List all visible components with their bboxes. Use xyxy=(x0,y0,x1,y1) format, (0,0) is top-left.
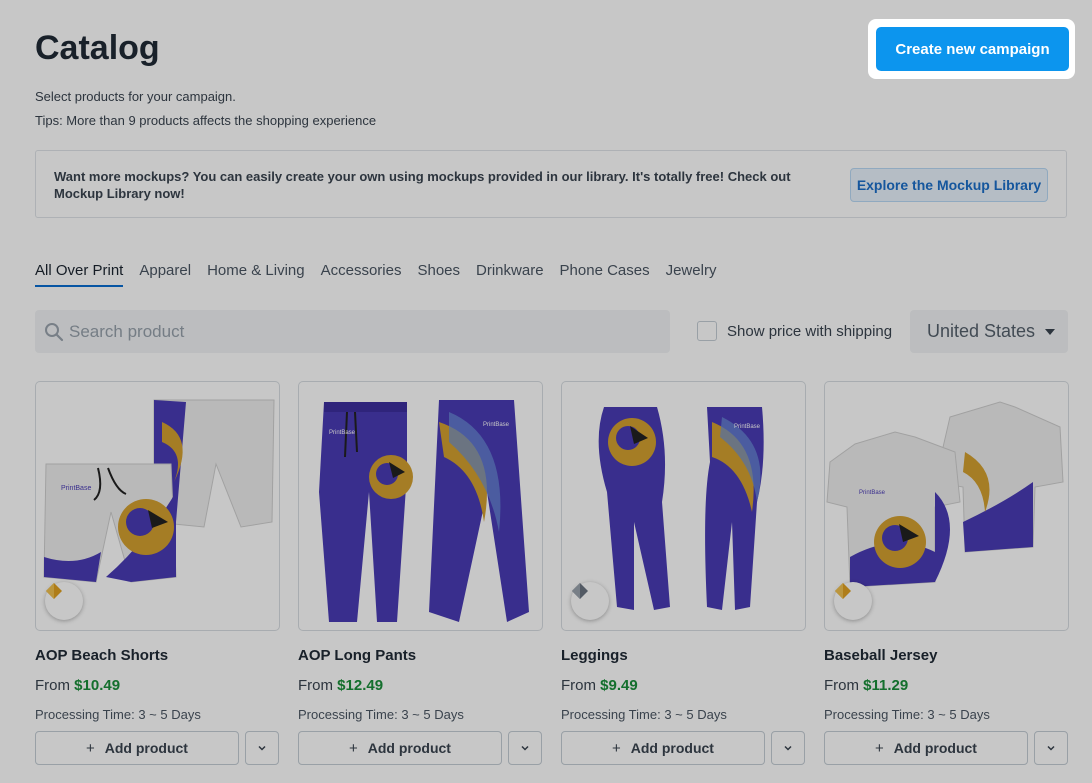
product-image[interactable]: PrintBase PrintBase xyxy=(298,381,543,631)
price-amount: $11.29 xyxy=(863,677,909,694)
show-price-label: Show price with shipping xyxy=(727,323,893,340)
category-tabs: All Over Print Apparel Home & Living Acc… xyxy=(35,262,732,287)
chevron-down-icon xyxy=(521,745,529,751)
product-image[interactable]: PrintBase xyxy=(824,381,1069,631)
product-image[interactable]: PrintBase xyxy=(561,381,806,631)
add-product-button[interactable]: + Add product xyxy=(824,731,1028,765)
add-product-button[interactable]: + Add product xyxy=(561,731,765,765)
more-options-button[interactable] xyxy=(245,731,279,765)
svg-text:PrintBase: PrintBase xyxy=(859,490,886,496)
explore-mockup-library-button[interactable]: Explore the Mockup Library xyxy=(850,168,1048,202)
processing-time: Processing Time: 3 ~ 5 Days xyxy=(35,707,201,722)
tab-shoes[interactable]: Shoes xyxy=(417,262,460,287)
add-product-label: Add product xyxy=(104,740,188,756)
country-select[interactable]: United States xyxy=(910,310,1068,353)
page-title: Catalog xyxy=(35,29,160,67)
svg-text:PrintBase: PrintBase xyxy=(483,422,510,428)
product-price: From $12.49 xyxy=(298,677,383,694)
price-prefix: From xyxy=(824,677,859,694)
processing-time: Processing Time: 3 ~ 5 Days xyxy=(824,707,990,722)
show-price-checkbox[interactable] xyxy=(697,321,717,341)
plus-icon: + xyxy=(349,739,358,757)
add-product-label: Add product xyxy=(630,740,714,756)
add-product-label: Add product xyxy=(893,740,977,756)
chevron-down-icon xyxy=(1047,745,1055,751)
price-amount: $10.49 xyxy=(74,677,121,694)
svg-text:PrintBase: PrintBase xyxy=(61,485,91,492)
gold-badge-icon xyxy=(45,582,83,620)
search-placeholder: Search product xyxy=(69,322,185,341)
page-tips: Tips: More than 9 products affects the s… xyxy=(35,113,377,128)
add-product-label: Add product xyxy=(367,740,451,756)
product-name[interactable]: Leggings xyxy=(561,647,628,664)
tab-all-over-print[interactable]: All Over Print xyxy=(35,262,124,287)
product-name[interactable]: AOP Long Pants xyxy=(298,647,416,664)
add-product-button[interactable]: + Add product xyxy=(298,731,502,765)
price-prefix: From xyxy=(35,677,70,694)
country-select-value: United States xyxy=(927,321,1036,341)
product-name[interactable]: AOP Beach Shorts xyxy=(35,647,168,664)
tab-home-living[interactable]: Home & Living xyxy=(207,262,305,287)
tab-accessories[interactable]: Accessories xyxy=(321,262,402,287)
add-product-button[interactable]: + Add product xyxy=(35,731,239,765)
price-prefix: From xyxy=(561,677,596,694)
product-name[interactable]: Baseball Jersey xyxy=(824,647,937,664)
chevron-down-icon xyxy=(784,745,792,751)
search-icon xyxy=(44,322,64,347)
processing-time: Processing Time: 3 ~ 5 Days xyxy=(298,707,464,722)
plus-icon: + xyxy=(875,739,884,757)
more-options-button[interactable] xyxy=(1034,731,1068,765)
product-price: From $11.29 xyxy=(824,677,908,694)
product-image[interactable]: PrintBase xyxy=(35,381,280,631)
page-subtitle: Select products for your campaign. xyxy=(35,89,236,104)
tab-phone-cases[interactable]: Phone Cases xyxy=(560,262,650,287)
plus-icon: + xyxy=(86,739,95,757)
svg-text:PrintBase: PrintBase xyxy=(329,430,356,436)
price-amount: $9.49 xyxy=(600,677,638,694)
price-prefix: From xyxy=(298,677,333,694)
svg-text:PrintBase: PrintBase xyxy=(734,424,761,430)
more-options-button[interactable] xyxy=(508,731,542,765)
long-pants-image: PrintBase PrintBase xyxy=(319,400,529,622)
chevron-down-icon xyxy=(258,745,266,751)
gold-badge-icon xyxy=(834,582,872,620)
processing-time: Processing Time: 3 ~ 5 Days xyxy=(561,707,727,722)
tab-drinkware[interactable]: Drinkware xyxy=(476,262,544,287)
create-new-campaign-button[interactable]: Create new campaign xyxy=(876,27,1069,71)
mockup-banner: Want more mockups? You can easily create… xyxy=(35,150,1067,218)
plus-icon: + xyxy=(612,739,621,757)
product-price: From $10.49 xyxy=(35,677,120,694)
price-amount: $12.49 xyxy=(337,677,384,694)
search-input[interactable]: Search product xyxy=(35,310,670,353)
catalog-page: Catalog Select products for your campaig… xyxy=(0,0,1092,783)
tab-jewelry[interactable]: Jewelry xyxy=(666,262,717,287)
product-price: From $9.49 xyxy=(561,677,638,694)
tab-apparel[interactable]: Apparel xyxy=(139,262,191,287)
more-options-button[interactable] xyxy=(771,731,805,765)
caret-down-icon xyxy=(1045,329,1055,335)
silver-badge-icon xyxy=(571,582,609,620)
mockup-banner-text: Want more mockups? You can easily create… xyxy=(54,169,791,201)
